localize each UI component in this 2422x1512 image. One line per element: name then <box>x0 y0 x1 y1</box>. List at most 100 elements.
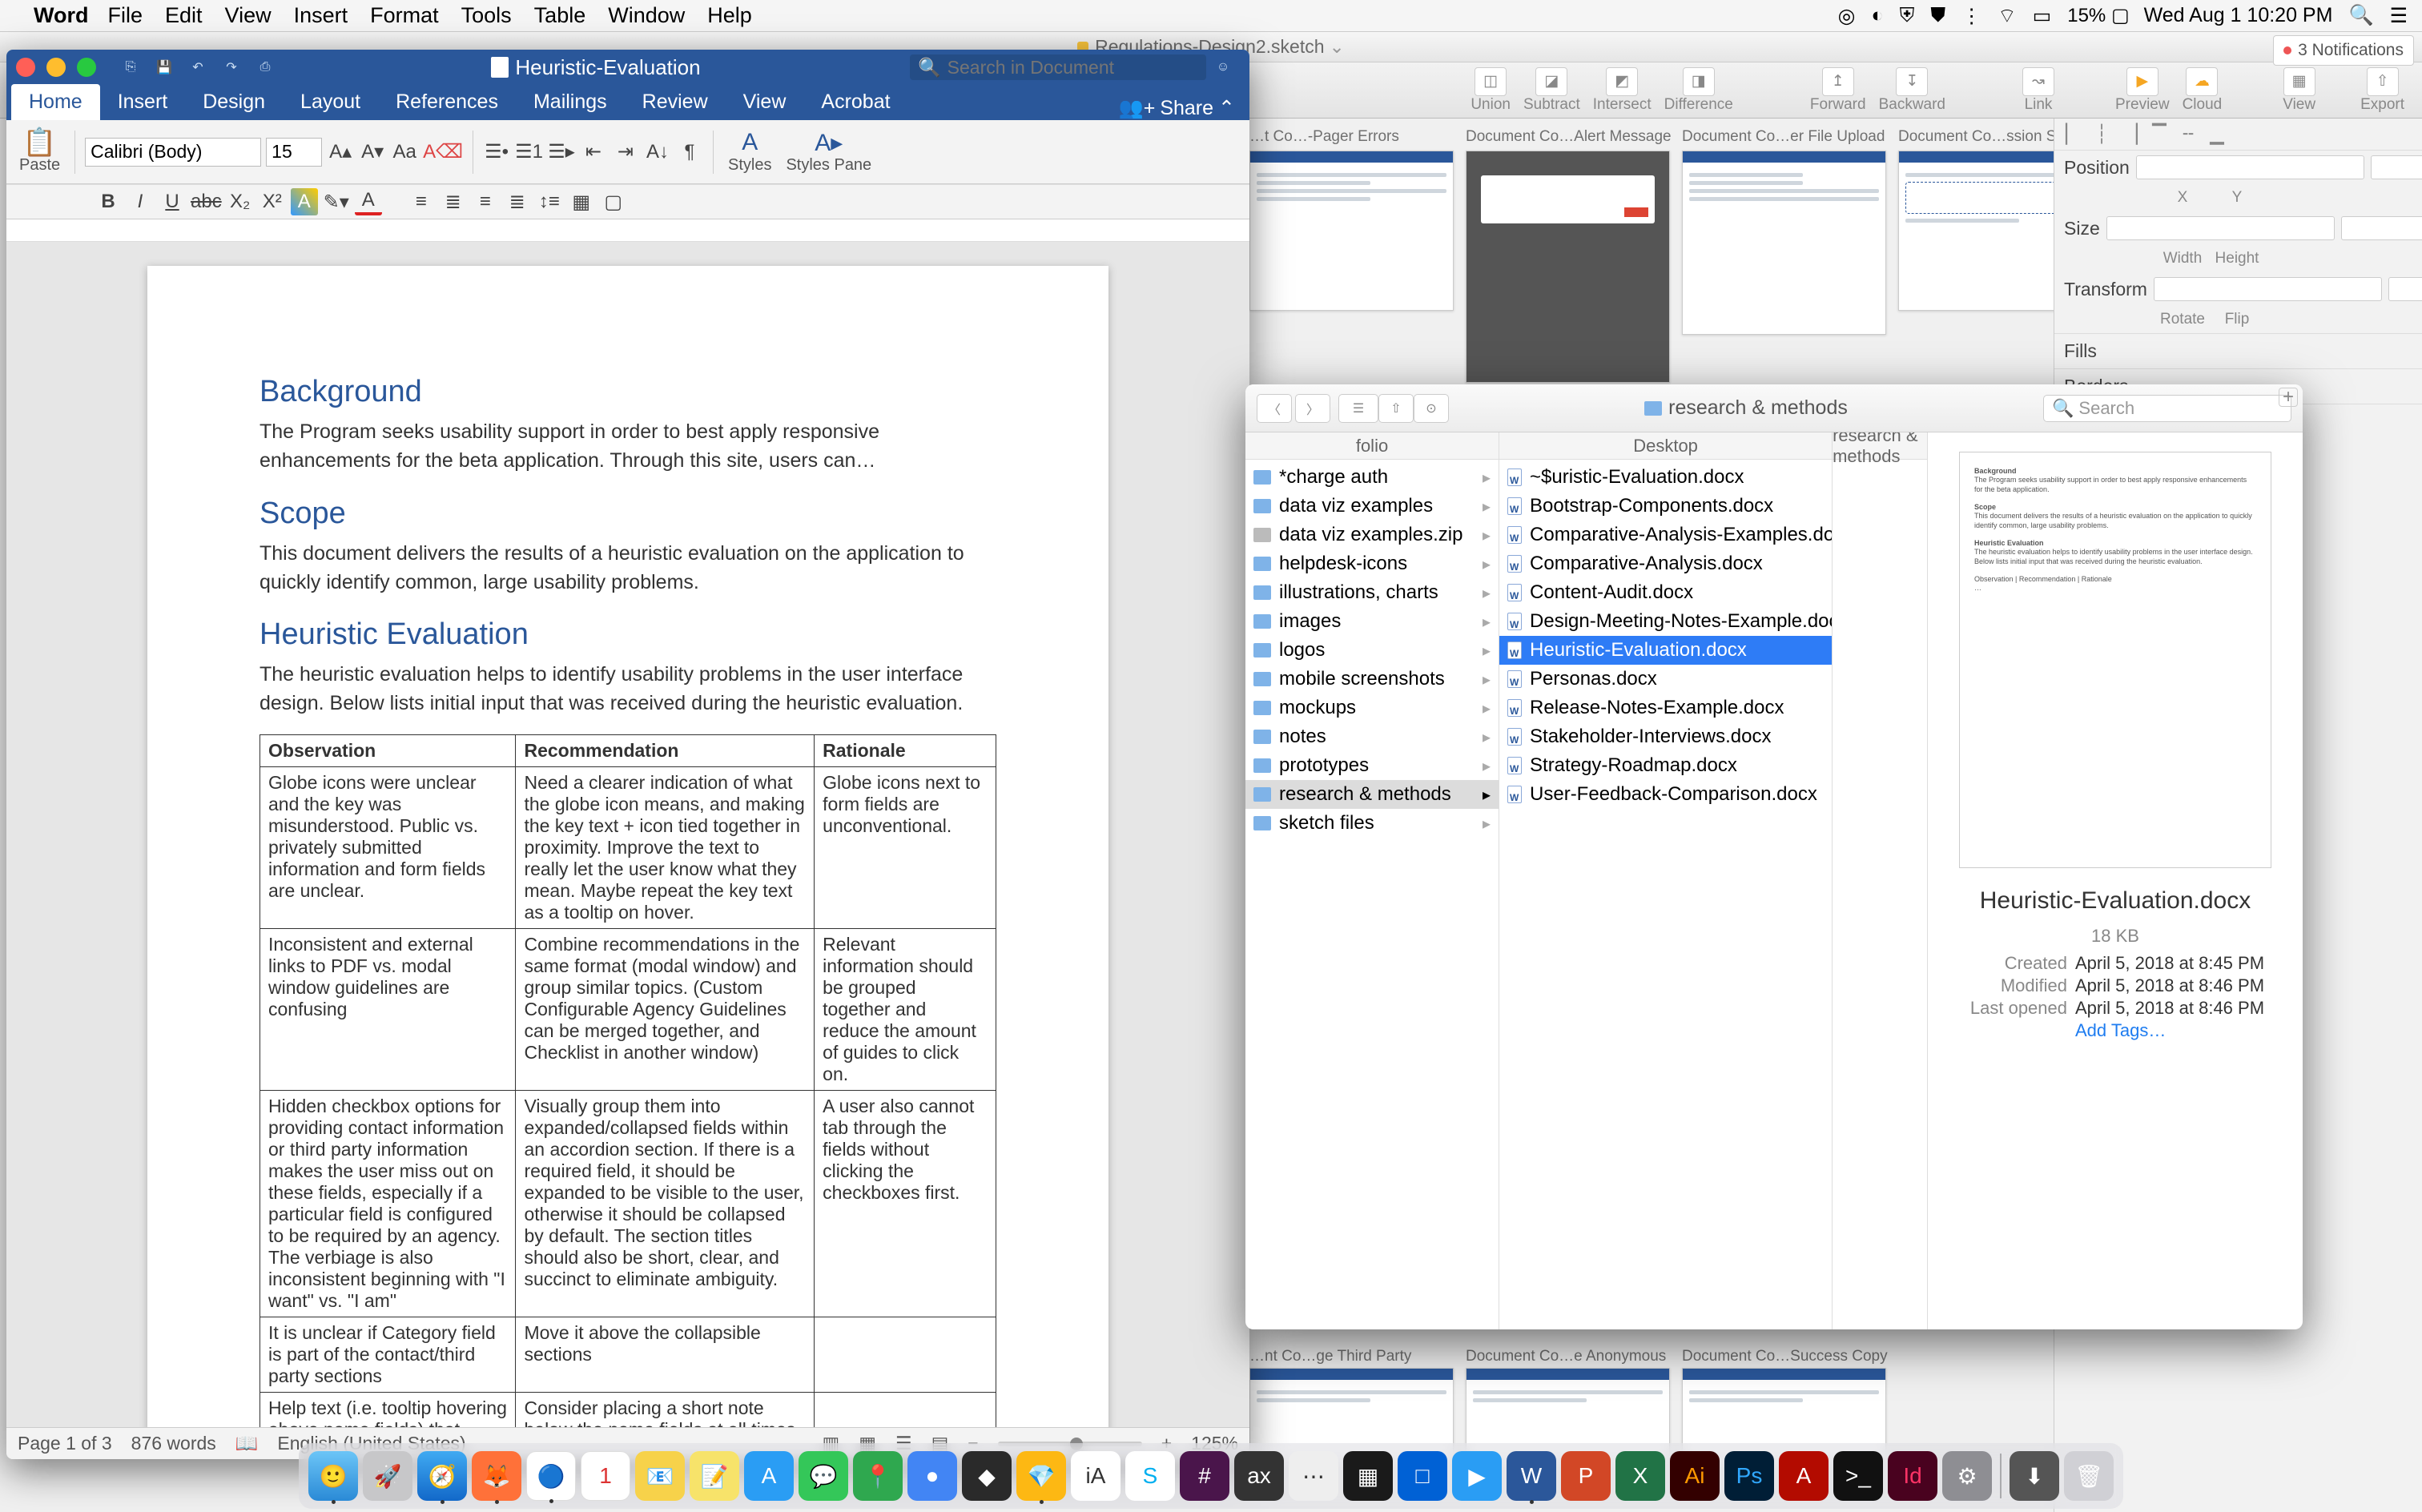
finder-row[interactable]: mockups▸ <box>1245 694 1499 722</box>
dock-firefox[interactable]: 🦊 <box>472 1451 521 1501</box>
zoom-icon[interactable] <box>77 58 96 77</box>
tool-cloud[interactable]: ☁Cloud <box>2183 67 2223 114</box>
artboard-label[interactable]: …t Co…-Pager Errors <box>1249 128 1399 146</box>
dock-illustrator[interactable]: Ai <box>1670 1451 1720 1501</box>
input-flip[interactable] <box>2388 277 2422 301</box>
bold-button[interactable]: B <box>95 188 122 215</box>
dock-finder[interactable]: 🙂 <box>308 1451 358 1501</box>
dock-messages[interactable]: 💬 <box>799 1451 848 1501</box>
indent-left-icon[interactable]: ⇤ <box>580 139 607 166</box>
finder-row[interactable]: User-Feedback-Comparison.docx <box>1499 780 1832 809</box>
tab-mailings[interactable]: Mailings <box>516 84 625 120</box>
word-search[interactable]: 🔍 <box>910 54 1206 80</box>
dock-mail[interactable]: 📧 <box>635 1451 685 1501</box>
numbering-icon[interactable]: ☰1 <box>515 139 543 166</box>
font-color-icon[interactable]: A <box>355 188 382 215</box>
status-words[interactable]: 876 words <box>131 1433 216 1454</box>
autosave-icon[interactable]: ⎘ <box>117 54 144 81</box>
status-icon[interactable]: ⛊ <box>1930 4 1945 27</box>
tab-layout[interactable]: Layout <box>283 84 378 120</box>
back-button[interactable]: 〈 <box>1257 394 1292 423</box>
tool-link[interactable]: ↝Link <box>2022 67 2054 114</box>
dock-axure[interactable]: ax <box>1234 1451 1284 1501</box>
tab-home[interactable]: Home <box>11 84 100 120</box>
increase-font-icon[interactable]: A▴ <box>327 139 354 166</box>
dock-calendar[interactable]: 1 <box>581 1451 630 1501</box>
align-left-icon[interactable]: ▏ <box>2061 123 2085 147</box>
tool-union[interactable]: ◫Union <box>1470 67 1511 114</box>
tab-review[interactable]: Review <box>625 84 726 120</box>
finder-row[interactable]: Heuristic-Evaluation.docx <box>1499 636 1832 665</box>
menu-edit[interactable]: Edit <box>165 3 203 28</box>
menu-tools[interactable]: Tools <box>461 3 512 28</box>
finder-row[interactable]: Strategy-Roadmap.docx <box>1499 751 1832 780</box>
indent-right-icon[interactable]: ⇥ <box>612 139 639 166</box>
finder-row[interactable]: ~$uristic-Evaluation.docx <box>1499 463 1832 492</box>
align-bottom-icon[interactable]: ▁ <box>2205 123 2229 147</box>
font-combo[interactable] <box>85 138 261 167</box>
clear-format-icon[interactable]: A⌫ <box>423 139 463 166</box>
input-width[interactable] <box>2106 216 2335 240</box>
dock-keynote[interactable]: ▶ <box>1452 1451 1502 1501</box>
finder-row[interactable]: Content-Audit.docx <box>1499 578 1832 607</box>
dock-excel[interactable]: X <box>1615 1451 1665 1501</box>
artboard-label[interactable]: Document Co…er File Upload <box>1682 128 1885 146</box>
menu-insert[interactable]: Insert <box>294 3 348 28</box>
save-icon[interactable]: 💾 <box>151 54 178 81</box>
finder-row[interactable]: Design-Meeting-Notes-Example.docx <box>1499 607 1832 636</box>
bullets-icon[interactable]: ☰• <box>483 139 510 166</box>
tool-forward[interactable]: ↥Forward <box>1810 67 1866 114</box>
text-effects-icon[interactable]: A <box>291 188 318 215</box>
italic-button[interactable]: I <box>127 188 154 215</box>
artboard-thumb[interactable] <box>1682 151 1886 335</box>
artboard-label[interactable]: …nt Co…ge Third Party <box>1249 1348 1411 1365</box>
tool-preview[interactable]: ▶Preview <box>2115 67 2170 114</box>
tab-acrobat[interactable]: Acrobat <box>803 84 907 120</box>
finder-row[interactable]: helpdesk-icons▸ <box>1245 549 1499 578</box>
spotlight-icon[interactable]: 🔍 <box>2348 4 2373 27</box>
input-rotate[interactable] <box>2154 277 2382 301</box>
dock-downloads[interactable]: ⬇ <box>2010 1451 2059 1501</box>
finder-row[interactable]: data viz examples.zip▸ <box>1245 521 1499 549</box>
decrease-font-icon[interactable]: A▾ <box>359 139 386 166</box>
pilcrow-icon[interactable]: ¶ <box>676 139 703 166</box>
dock-app[interactable]: ● <box>907 1451 957 1501</box>
battery-status[interactable]: 15% ▢ <box>2067 4 2129 27</box>
align-center-icon[interactable]: ┆ <box>2090 123 2114 147</box>
tool-export[interactable]: ⇧Export <box>2360 67 2404 114</box>
align-right-button[interactable]: ≡ <box>472 188 499 215</box>
align-top-icon[interactable]: ▔ <box>2147 123 2171 147</box>
finder-row[interactable]: research & methods▸ <box>1245 780 1499 809</box>
dock-box[interactable]: □ <box>1398 1451 1447 1501</box>
tool-difference[interactable]: ◨Difference <box>1664 67 1733 114</box>
underline-button[interactable]: U <box>159 188 186 215</box>
input-x[interactable] <box>2136 155 2364 179</box>
add-tags-link[interactable]: Add Tags… <box>2075 1020 2283 1041</box>
shading-icon[interactable]: ▦ <box>568 188 595 215</box>
dock-abstract[interactable]: ◆ <box>962 1451 1012 1501</box>
dock-app[interactable]: ▦ <box>1343 1451 1393 1501</box>
finder-row[interactable]: Stakeholder-Interviews.docx <box>1499 722 1832 751</box>
artboard-thumb[interactable] <box>1898 151 2054 311</box>
finder-row[interactable]: logos▸ <box>1245 636 1499 665</box>
app-name[interactable]: Word <box>34 3 89 28</box>
finder-row[interactable]: *charge auth▸ <box>1245 463 1499 492</box>
tool-view[interactable]: ▦View <box>2283 67 2315 114</box>
minimize-icon[interactable] <box>46 58 66 77</box>
dock-sysprefs[interactable]: ⚙ <box>1942 1451 1992 1501</box>
forward-button[interactable]: 〉 <box>1295 394 1330 423</box>
share-button[interactable]: ⇧ <box>1378 394 1414 423</box>
dock-word[interactable]: W <box>1507 1451 1556 1501</box>
para[interactable]: The heuristic evaluation helps to identi… <box>260 660 996 718</box>
dock-stickies[interactable]: 📝 <box>690 1451 739 1501</box>
dock-safari[interactable]: 🧭 <box>417 1451 467 1501</box>
finder-row[interactable]: illustrations, charts▸ <box>1245 578 1499 607</box>
dock-trash[interactable]: 🗑 <box>2064 1451 2114 1501</box>
tab-insert[interactable]: Insert <box>100 84 186 120</box>
dock-ia[interactable]: iA <box>1071 1451 1120 1501</box>
display-icon[interactable]: ▭ <box>2033 4 2052 28</box>
align-middle-icon[interactable]: ╌ <box>2176 123 2200 147</box>
status-icon[interactable]: ⋮ <box>1961 4 1981 28</box>
dock-terminal[interactable]: >_ <box>1833 1451 1883 1501</box>
print-icon[interactable]: ⎙ <box>251 54 279 81</box>
